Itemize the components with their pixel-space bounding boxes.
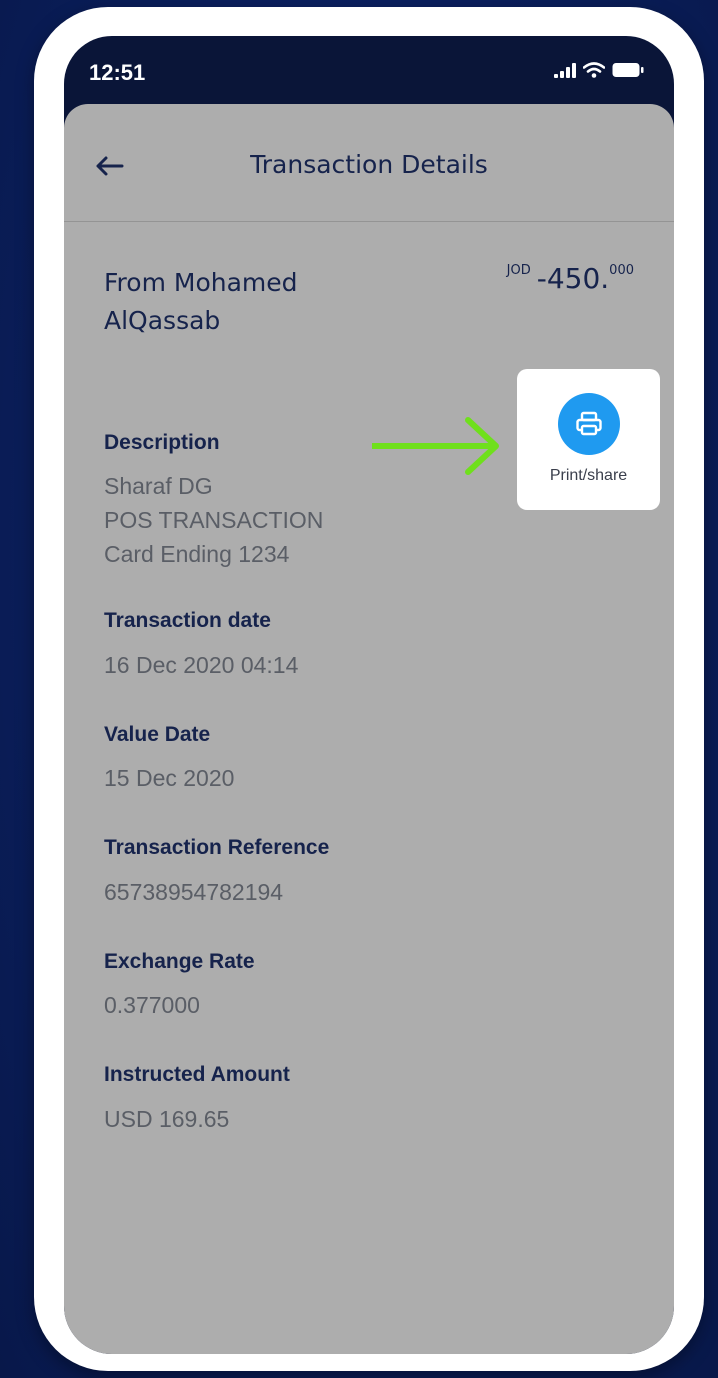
wifi-icon: [583, 62, 605, 78]
amount-currency: JOD: [506, 263, 531, 278]
green-arrow-annotation: [372, 417, 499, 475]
battery-icon: [612, 63, 644, 77]
transaction-reference-label: Transaction Reference: [104, 836, 330, 859]
nav-bar: Transaction Details: [64, 104, 674, 222]
amount-integer: -450.: [536, 262, 610, 295]
instructed-amount-label: Instructed Amount: [104, 1063, 290, 1086]
description-value: Sharaf DG POS TRANSACTION Card Ending 12…: [104, 473, 324, 567]
amount-decimal: 000: [609, 263, 634, 278]
print-share-label: Print/share: [549, 467, 628, 484]
description-label: Description: [104, 431, 220, 454]
exchange-rate-value: 0.377000: [104, 992, 200, 1018]
value-date-value: 15 Dec 2020: [104, 765, 235, 791]
printer-icon: [576, 411, 602, 436]
transaction-reference-value: 65738954782194: [104, 879, 284, 905]
print-share-button[interactable]: Print/share: [517, 369, 660, 510]
status-time: 12:51: [89, 60, 146, 85]
instructed-amount-value: USD 169.65: [104, 1106, 230, 1132]
transaction-date-label: Transaction date: [104, 609, 271, 632]
transaction-details-sheet: Transaction Details From Mohamed AlQassa…: [64, 104, 674, 1354]
phone-screen: 12:51 Transaction Details From Mohamed A…: [64, 36, 674, 1354]
transaction-date-value: 16 Dec 2020 04:14: [104, 652, 299, 678]
counterparty-name: From Mohamed AlQassab: [104, 268, 298, 335]
page-title: Transaction Details: [250, 150, 488, 179]
signal-bars-icon: [554, 63, 576, 78]
transaction-amount: JOD -450.000: [507, 262, 634, 295]
value-date-label: Value Date: [104, 723, 211, 746]
exchange-rate-label: Exchange Rate: [104, 950, 255, 973]
status-icons: [554, 62, 644, 78]
print-share-circle[interactable]: [558, 393, 620, 455]
